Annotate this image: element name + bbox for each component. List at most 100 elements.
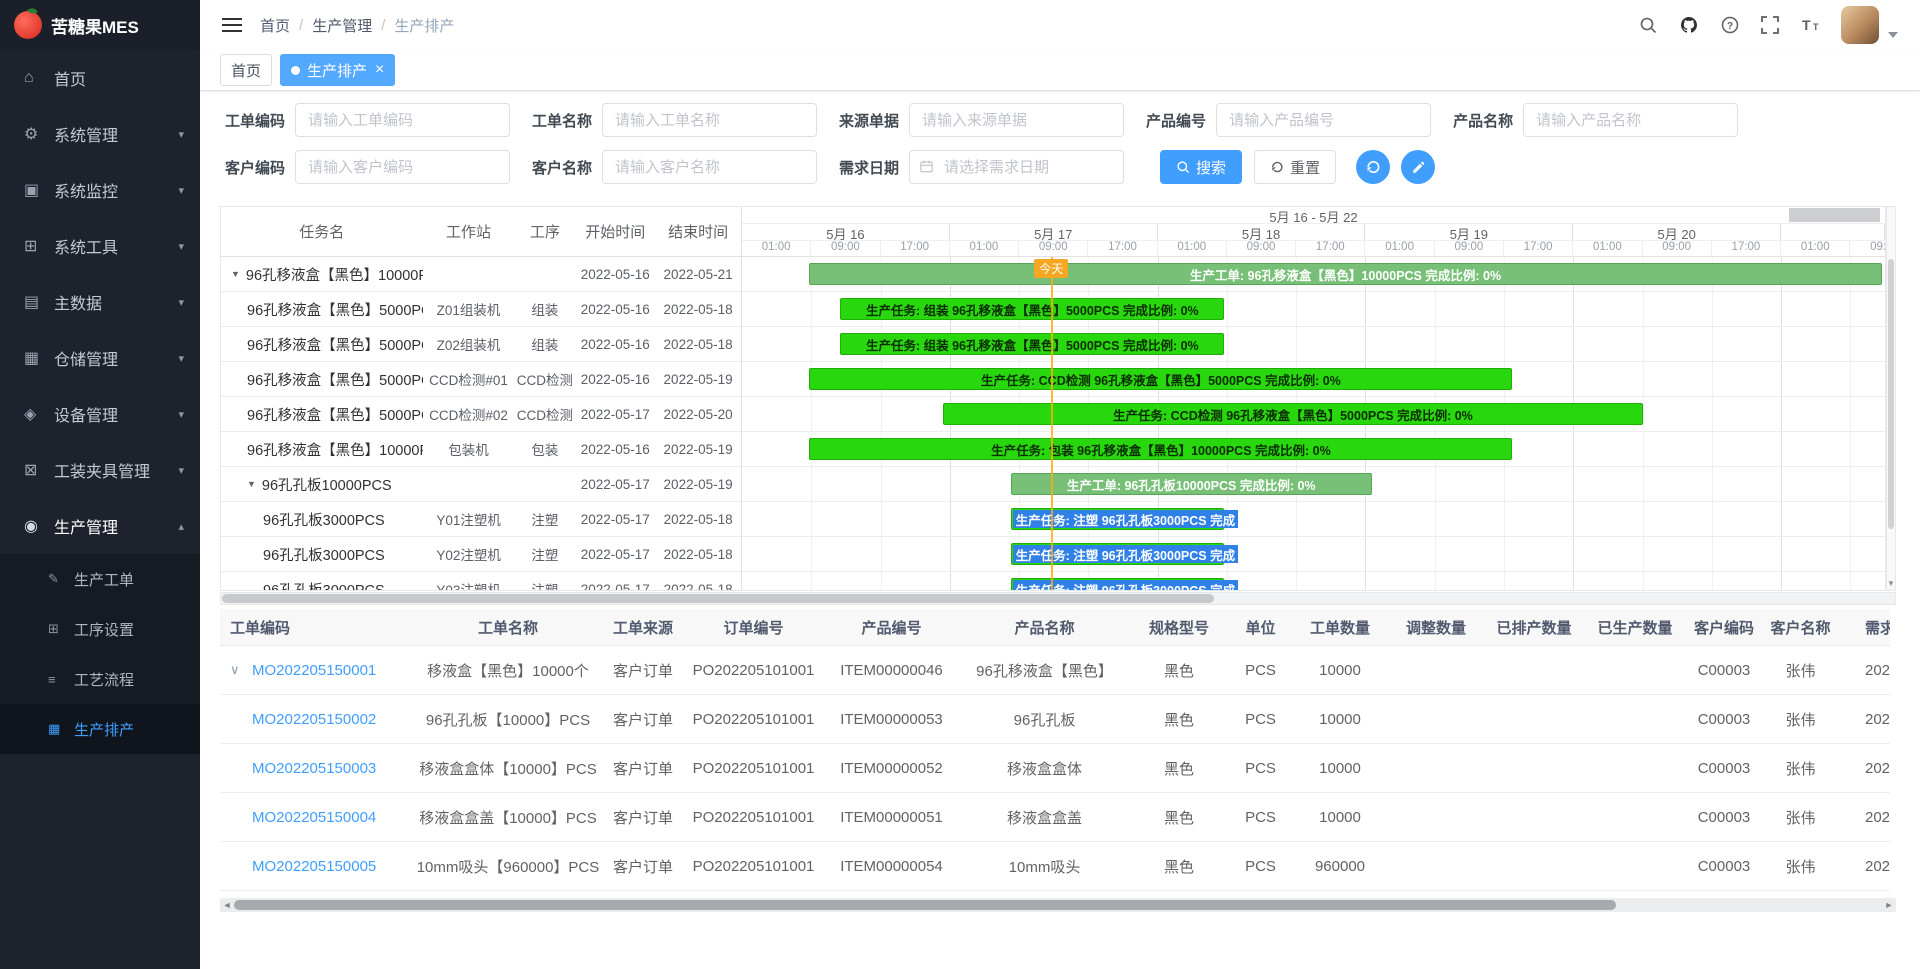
workorder-code-input[interactable] <box>295 103 510 137</box>
orders-horizontal-scrollbar[interactable]: ◄ ► <box>220 898 1896 912</box>
task-bar[interactable]: 生产任务: CCD检测 96孔移液盒【黑色】5000PCS 完成比例: 0% <box>809 368 1512 390</box>
vertical-scroll-thumb[interactable] <box>1888 259 1894 529</box>
gantt-chart-row: 生产工单: 96孔移液盒【黑色】10000PCS 完成比例: 0% <box>742 257 1885 292</box>
order-cell-order_no: PO202205101001 <box>686 858 821 875</box>
gantt-task-row[interactable]: 96孔移液盒【黑色】5000PCSZ02组装机组装2022-05-162022-… <box>221 327 741 362</box>
sidebar-item-process-flow[interactable]: ≡工艺流程 <box>0 654 200 704</box>
customer-name-input[interactable] <box>602 150 817 184</box>
edit-button[interactable] <box>1401 150 1435 184</box>
work-order-row[interactable]: MO20220515000296孔孔板【10000】PCS客户订单PO20220… <box>220 695 1890 744</box>
sidebar-item-production-scheduling[interactable]: ▦生产排产 <box>0 704 200 754</box>
hamburger-menu-icon[interactable] <box>222 17 242 33</box>
breadcrumb-item[interactable]: 首页 <box>260 15 290 36</box>
gantt-task-row[interactable]: ▼96孔孔板10000PCS2022-05-172022-05-19 <box>221 467 741 502</box>
work-order-row[interactable]: MO20220515000510mm吸头【960000】PCS客户订单PO202… <box>220 842 1890 891</box>
sidebar-item-label: 工序设置 <box>74 619 134 640</box>
start-time-cell: 2022-05-16 <box>575 372 655 387</box>
sidebar-item-home[interactable]: ⌂首页 <box>0 50 200 106</box>
row-expand-icon[interactable]: ▼ <box>231 269 240 279</box>
gantt-task-row[interactable]: 96孔移液盒【黑色】10000PCS包装机包装2022-05-162022-05… <box>221 432 741 467</box>
task-bar[interactable]: 生产任务: 注塑 96孔孔板3000PCS 完成 <box>1011 578 1225 591</box>
scroll-down-arrow-icon[interactable]: ▼ <box>1887 579 1895 588</box>
app-logo[interactable]: 苦糖果MES <box>0 0 200 50</box>
orders-column-header: 工单编码 <box>220 617 416 638</box>
orders-horizontal-scroll-thumb[interactable] <box>234 900 1616 910</box>
sidebar-item-master-data[interactable]: ▤主数据▾ <box>0 274 200 330</box>
breadcrumb-separator: / <box>381 17 385 34</box>
gantt-horizontal-scrollbar[interactable] <box>220 592 1896 605</box>
equipment-icon: ◈ <box>24 404 54 424</box>
product-code-input[interactable] <box>1216 103 1431 137</box>
gantt-panel: 任务名工作站工序开始时间结束时间 ▼96孔移液盒【黑色】10000PCS2022… <box>220 206 1896 605</box>
refresh-button[interactable] <box>1356 150 1390 184</box>
workorder-name-input[interactable] <box>602 103 817 137</box>
user-dropdown-caret-icon[interactable] <box>1888 32 1898 38</box>
work-order-row[interactable]: ∨MO202205150001移液盒【黑色】10000个客户订单PO202205… <box>220 646 1890 695</box>
sidebar-item-fixture-mgmt[interactable]: ⊠工装夹具管理▾ <box>0 442 200 498</box>
process-cell: 包装 <box>514 439 575 459</box>
work-order-link[interactable]: MO202205150002 <box>252 711 376 728</box>
work-order-link[interactable]: MO202205150003 <box>252 760 376 777</box>
tab-active-dot <box>291 66 300 75</box>
gantt-task-row[interactable]: 96孔移液盒【黑色】5000PCSCCD检测#01CCD检测2022-05-16… <box>221 362 741 397</box>
search-button[interactable]: 搜索 <box>1160 150 1242 184</box>
gantt-task-row[interactable]: 96孔移液盒【黑色】5000PCSZ01组装机组装2022-05-162022-… <box>221 292 741 327</box>
sidebar-item-warehouse-mgmt[interactable]: ▦仓储管理▾ <box>0 330 200 386</box>
source-doc-input[interactable] <box>909 103 1124 137</box>
product-name-input[interactable] <box>1523 103 1738 137</box>
work-order-row[interactable]: MO202205150003移液盒盒体【10000】PCS客户订单PO20220… <box>220 744 1890 793</box>
scroll-left-arrow-icon[interactable]: ◄ <box>220 900 234 910</box>
work-order-bar[interactable]: 生产工单: 96孔孔板10000PCS 完成比例: 0% <box>1011 473 1372 495</box>
gantt-task-row[interactable]: 96孔孔板3000PCSY03注塑机注塑2022-05-172022-05-18 <box>221 572 741 590</box>
gantt-task-row[interactable]: ▼96孔移液盒【黑色】10000PCS2022-05-162022-05-21 <box>221 257 741 292</box>
demand-date-input[interactable] <box>909 150 1124 184</box>
sidebar-item-system-tools[interactable]: ⊞系统工具▾ <box>0 218 200 274</box>
work-order-bar[interactable]: 生产工单: 96孔移液盒【黑色】10000PCS 完成比例: 0% <box>809 263 1881 285</box>
task-bar[interactable]: 生产任务: 注塑 96孔孔板3000PCS 完成 <box>1011 508 1225 530</box>
customer-code-input[interactable] <box>295 150 510 184</box>
sidebar-item-process-settings[interactable]: ⊞工序设置 <box>0 604 200 654</box>
start-time-cell: 2022-05-17 <box>575 477 655 492</box>
row-expand-icon[interactable]: ▼ <box>247 479 256 489</box>
help-icon[interactable]: ? <box>1720 15 1740 35</box>
work-order-link[interactable]: MO202205150001 <box>252 662 376 679</box>
close-icon[interactable]: × <box>375 62 384 78</box>
filter-field-customer-name: 客户名称 <box>532 150 817 184</box>
tab-home[interactable]: 首页 <box>220 54 272 86</box>
task-name-text: 96孔孔板3000PCS <box>263 509 385 530</box>
gantt-vertical-scrollbar[interactable]: ▼ <box>1886 206 1896 591</box>
sidebar-item-system-monitor[interactable]: ▣系统监控▾ <box>0 162 200 218</box>
tab-scheduling[interactable]: 生产排产× <box>280 54 395 86</box>
task-bar[interactable]: 生产任务: 包装 96孔移液盒【黑色】10000PCS 完成比例: 0% <box>809 438 1512 460</box>
process-cell: CCD检测 <box>514 369 575 389</box>
sidebar-item-production-mgmt[interactable]: ◉生产管理▴ <box>0 498 200 554</box>
work-order-link[interactable]: MO202205150004 <box>252 809 376 826</box>
sidebar-item-equipment-mgmt[interactable]: ◈设备管理▾ <box>0 386 200 442</box>
scroll-right-arrow-icon[interactable]: ► <box>1882 900 1896 910</box>
order-cell-qty: 10000 <box>1290 662 1390 679</box>
avatar[interactable] <box>1841 6 1879 44</box>
order-cell-customer_name: 张伟 <box>1764 807 1837 828</box>
timeline-day-label: 5月 18 <box>1158 224 1366 240</box>
breadcrumb-item[interactable]: 生产管理 <box>312 15 372 36</box>
expand-row-icon[interactable]: ∨ <box>230 662 252 678</box>
search-icon[interactable] <box>1638 15 1658 35</box>
font-size-icon[interactable]: TT <box>1800 15 1820 35</box>
task-bar[interactable]: 生产任务: 组装 96孔移液盒【黑色】5000PCS 完成比例: 0% <box>840 333 1224 355</box>
task-bar[interactable]: 生产任务: 注塑 96孔孔板3000PCS 完成 <box>1011 543 1225 565</box>
task-bar[interactable]: 生产任务: CCD检测 96孔移液盒【黑色】5000PCS 完成比例: 0% <box>943 403 1643 425</box>
github-icon[interactable] <box>1679 15 1699 35</box>
sidebar-item-system-mgmt[interactable]: ⚙系统管理▾ <box>0 106 200 162</box>
task-name-cell: ▼96孔移液盒【黑色】10000PCS <box>221 264 423 285</box>
gantt-task-row[interactable]: 96孔孔板3000PCSY01注塑机注塑2022-05-172022-05-18 <box>221 502 741 537</box>
sidebar-item-production-workorder[interactable]: ✎生产工单 <box>0 554 200 604</box>
gantt-task-row[interactable]: 96孔移液盒【黑色】5000PCSCCD检测#02CCD检测2022-05-17… <box>221 397 741 432</box>
task-bar[interactable]: 生产任务: 组装 96孔移液盒【黑色】5000PCS 完成比例: 0% <box>840 298 1224 320</box>
gantt-horizontal-scroll-thumb[interactable] <box>222 594 1214 603</box>
bar-label: 生产任务: 注塑 96孔孔板3000PCS 完成 <box>1013 510 1239 528</box>
work-order-link[interactable]: MO202205150005 <box>252 858 376 875</box>
work-order-row[interactable]: MO202205150004移液盒盒盖【10000】PCS客户订单PO20220… <box>220 793 1890 842</box>
reset-button[interactable]: 重置 <box>1254 150 1336 184</box>
gantt-task-row[interactable]: 96孔孔板3000PCSY02注塑机注塑2022-05-172022-05-18 <box>221 537 741 572</box>
fullscreen-icon[interactable] <box>1761 16 1779 34</box>
